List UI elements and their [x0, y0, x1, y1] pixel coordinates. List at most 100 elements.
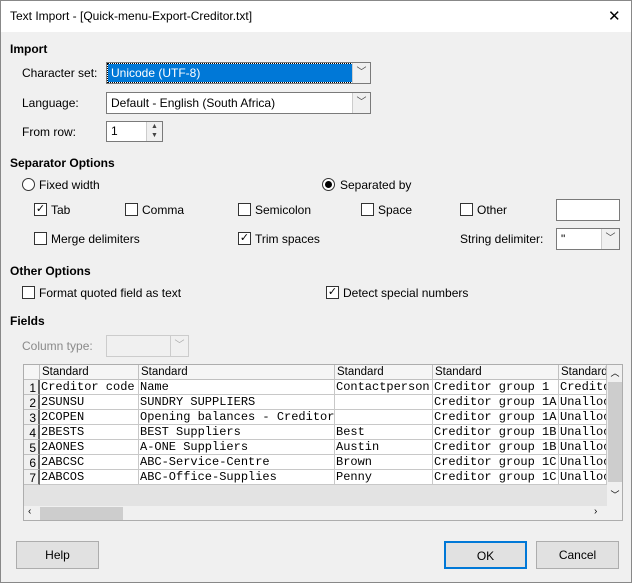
- column-header[interactable]: Standard: [559, 365, 607, 380]
- import-heading: Import: [10, 42, 48, 56]
- column-header[interactable]: Standard: [335, 365, 433, 380]
- scroll-right-icon[interactable]: ›: [594, 506, 597, 517]
- ok-button[interactable]: OK: [444, 541, 527, 569]
- separated-by-radio[interactable]: [322, 178, 335, 191]
- other-input[interactable]: [556, 199, 620, 221]
- fixed-width-radio[interactable]: [22, 178, 35, 191]
- row-number[interactable]: 6: [24, 455, 40, 470]
- grid-cell: [335, 395, 433, 410]
- grid-cell: ABC-Office-Supplies: [139, 470, 335, 485]
- spin-arrows-icon[interactable]: ▲ ▼: [146, 122, 162, 141]
- scroll-up-icon[interactable]: ︿: [607, 365, 622, 381]
- format-quoted-checkbox[interactable]: [22, 286, 35, 299]
- row-number[interactable]: 3: [24, 410, 40, 425]
- scroll-left-icon[interactable]: ‹: [28, 506, 31, 517]
- column-type-select[interactable]: ﹀: [106, 335, 189, 357]
- string-delimiter-value: ": [561, 232, 566, 246]
- column-header[interactable]: Standard: [139, 365, 335, 380]
- vertical-scrollbar[interactable]: ︿ ﹀: [607, 365, 622, 506]
- other-options-heading: Other Options: [10, 264, 91, 278]
- row-number[interactable]: 5: [24, 440, 40, 455]
- grid-cell: Creditor group 1C: [433, 470, 559, 485]
- title-bar: Text Import - [Quick-menu-Export-Credito…: [1, 1, 631, 32]
- row-number[interactable]: 2: [24, 395, 40, 410]
- language-label: Language:: [22, 96, 79, 110]
- semicolon-label: Semicolon: [255, 203, 312, 217]
- other-label: Other: [477, 203, 508, 217]
- grid-cell: Creditor group 1B: [433, 440, 559, 455]
- horizontal-scrollbar[interactable]: ‹ ›: [24, 506, 622, 520]
- grid-cell: ABC-Service-Centre: [139, 455, 335, 470]
- grid-cell: BEST Suppliers: [139, 425, 335, 440]
- space-checkbox[interactable]: [361, 203, 374, 216]
- grid-cell: SUNDRY SUPPLIERS: [139, 395, 335, 410]
- from-row-label: From row:: [22, 125, 76, 139]
- chevron-down-icon: ﹀: [170, 336, 188, 356]
- chevron-down-icon: ﹀: [352, 93, 370, 113]
- row-number[interactable]: 4: [24, 425, 40, 440]
- grid-cell: 2SUNSU: [40, 395, 139, 410]
- format-quoted-label: Format quoted field as text: [39, 286, 182, 300]
- other-checkbox[interactable]: [460, 203, 473, 216]
- merge-delimiters-checkbox[interactable]: [34, 232, 47, 245]
- grid-cell: Creditor group 1A: [433, 395, 559, 410]
- comma-label: Comma: [142, 203, 185, 217]
- grid-cell: Unallocated: [559, 440, 607, 455]
- grid-cell: Penny: [335, 470, 433, 485]
- row-number[interactable]: 7: [24, 470, 40, 485]
- grid-cell: 2AONES: [40, 440, 139, 455]
- chevron-down-icon: ﹀: [352, 63, 370, 83]
- separator-heading: Separator Options: [10, 156, 115, 170]
- string-delimiter-select[interactable]: " ﹀: [556, 228, 620, 250]
- grid-cell: 2ABCSC: [40, 455, 139, 470]
- cancel-button[interactable]: Cancel: [536, 541, 619, 569]
- charset-select[interactable]: Unicode (UTF-8) ﹀: [106, 62, 371, 84]
- tab-label: Tab: [51, 203, 71, 217]
- grid-cell: Unallocated: [559, 410, 607, 425]
- fixed-width-label: Fixed width: [39, 178, 100, 192]
- grid-cell: Creditor code: [40, 380, 139, 395]
- language-select[interactable]: Default - English (South Africa) ﹀: [106, 92, 371, 114]
- grid-cell: Creditor group 1C: [433, 455, 559, 470]
- grid-cell: Unallocated: [559, 395, 607, 410]
- window-title: Text Import - [Quick-menu-Export-Credito…: [10, 9, 253, 23]
- help-button[interactable]: Help: [16, 541, 99, 569]
- row-number[interactable]: 1: [24, 380, 40, 395]
- fields-heading: Fields: [10, 314, 45, 328]
- scroll-down-icon[interactable]: ﹀: [607, 488, 622, 501]
- semicolon-checkbox[interactable]: [238, 203, 251, 216]
- separated-by-label: Separated by: [340, 178, 412, 192]
- grid-cell: Creditor group 1: [433, 380, 559, 395]
- charset-value: Unicode (UTF-8): [107, 63, 353, 83]
- grid-cell: Name: [139, 380, 335, 395]
- grid-cell: Unallocated: [559, 425, 607, 440]
- grid-cell: Unallocated: [559, 470, 607, 485]
- grid-cell: Opening balances - Creditor: [139, 410, 335, 425]
- grid-cell: [335, 410, 433, 425]
- from-row-value: 1: [111, 124, 118, 138]
- merge-delimiters-label: Merge delimiters: [51, 232, 140, 246]
- vertical-scroll-thumb[interactable]: [608, 382, 622, 482]
- close-icon[interactable]: ✕: [608, 7, 621, 25]
- column-header[interactable]: Standard: [40, 365, 139, 380]
- text-import-dialog: Text Import - [Quick-menu-Export-Credito…: [0, 0, 632, 583]
- column-header[interactable]: Standard: [433, 365, 559, 380]
- grid-cell: Best: [335, 425, 433, 440]
- from-row-spinner[interactable]: 1 ▲ ▼: [106, 121, 163, 142]
- trim-spaces-label: Trim spaces: [255, 232, 320, 246]
- grid-cell: 2COPEN: [40, 410, 139, 425]
- grid-cell: 2ABCOS: [40, 470, 139, 485]
- detect-special-checkbox[interactable]: ✓: [326, 286, 339, 299]
- trim-spaces-checkbox[interactable]: ✓: [238, 232, 251, 245]
- grid-cell: Creditor: [559, 380, 607, 395]
- grid-cell: A-ONE Suppliers: [139, 440, 335, 455]
- grid-cell: Contactperson: [335, 380, 433, 395]
- tab-checkbox[interactable]: ✓: [34, 203, 47, 216]
- grid-cell: Austin: [335, 440, 433, 455]
- horizontal-scroll-thumb[interactable]: [40, 507, 123, 520]
- grid-cell: Creditor group 1B: [433, 425, 559, 440]
- preview-grid[interactable]: Standard Standard Standard Standard Standard…: [23, 364, 623, 521]
- grid-corner: [24, 365, 40, 380]
- comma-checkbox[interactable]: [125, 203, 138, 216]
- detect-special-label: Detect special numbers: [343, 286, 469, 300]
